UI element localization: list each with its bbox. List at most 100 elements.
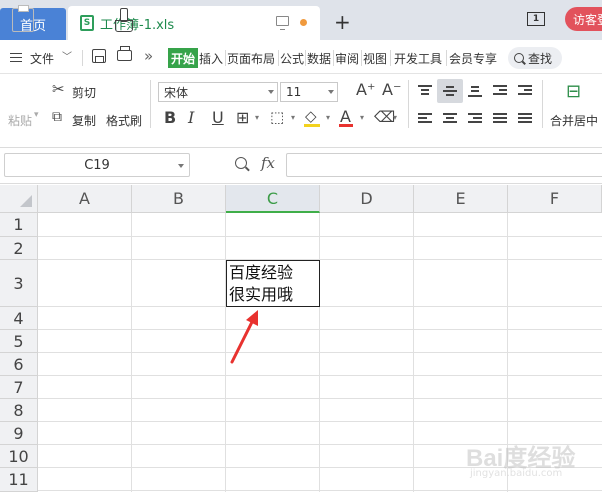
file-menu[interactable]: 文件 bbox=[30, 50, 54, 67]
tab-page-layout[interactable]: 页面布局 bbox=[227, 50, 275, 67]
zoom-icon[interactable] bbox=[235, 157, 247, 169]
fx-icon[interactable]: fx bbox=[261, 154, 275, 172]
column-header-e[interactable]: E bbox=[414, 185, 508, 213]
search-button[interactable]: 查找 bbox=[508, 47, 562, 69]
font-color-swatch bbox=[339, 124, 353, 127]
divider bbox=[333, 50, 334, 66]
gridline bbox=[38, 398, 602, 399]
row-header[interactable]: 3 bbox=[0, 260, 38, 307]
merge-center-button[interactable]: 合并居中 bbox=[550, 112, 598, 129]
row-header[interactable]: 4 bbox=[0, 307, 38, 330]
row-header[interactable]: 5 bbox=[0, 330, 38, 353]
row-header[interactable]: 1 bbox=[0, 213, 38, 237]
new-tab-button[interactable]: + bbox=[334, 10, 351, 34]
annotation-arrow-icon bbox=[230, 310, 258, 364]
cell-style-icon[interactable]: ⬚ bbox=[270, 110, 284, 125]
align-center-icon[interactable] bbox=[443, 113, 457, 124]
grow-font-button[interactable]: A⁺ bbox=[356, 82, 375, 98]
font-color-button[interactable]: A bbox=[340, 109, 351, 125]
paste-button[interactable]: 粘贴 bbox=[8, 112, 32, 129]
menu-row: 文件 ﹀ » 开始 插入 页面布局 公式 数据 审阅 视图 开发工具 会员专享 … bbox=[0, 40, 602, 74]
baidu-jingyan-watermark: Bai度经验 jingyan.baidu.com bbox=[466, 434, 596, 488]
name-box[interactable]: C19 bbox=[4, 153, 190, 177]
tab-start[interactable]: 开始 bbox=[168, 48, 199, 68]
merge-cells-icon[interactable]: ⊟ bbox=[566, 83, 581, 101]
tab-formula[interactable]: 公式 bbox=[280, 50, 304, 67]
font-name-select[interactable]: 宋体 bbox=[158, 82, 278, 102]
chevron-down-icon[interactable]: ▾ bbox=[393, 114, 397, 122]
divider bbox=[361, 50, 362, 66]
scissors-icon[interactable]: ✂ bbox=[52, 82, 65, 97]
row-header[interactable]: 7 bbox=[0, 376, 38, 399]
font-size-select[interactable]: 11 bbox=[280, 82, 338, 102]
tab-developer[interactable]: 开发工具 bbox=[394, 50, 442, 67]
align-bottom-icon[interactable] bbox=[468, 85, 482, 97]
divider bbox=[82, 50, 83, 66]
cell-c3-line-1: 百度经验 bbox=[229, 263, 294, 282]
border-icon[interactable]: ⊞ bbox=[236, 110, 249, 126]
column-header-d[interactable]: D bbox=[320, 185, 414, 213]
tab-data[interactable]: 数据 bbox=[307, 50, 331, 67]
format-painter-button[interactable]: 格式刷 bbox=[106, 112, 142, 129]
visitor-login-button[interactable]: 访客登 bbox=[565, 7, 602, 31]
paste-dropdown-icon[interactable]: ▾ bbox=[34, 110, 39, 120]
copy-icon[interactable]: ⧉ bbox=[52, 110, 62, 124]
italic-button[interactable]: I bbox=[188, 110, 194, 126]
cell-c3-line-2: 很实用哦 bbox=[229, 285, 294, 304]
paste-icon[interactable] bbox=[12, 5, 34, 32]
font-size-value: 11 bbox=[286, 85, 302, 99]
hamburger-icon[interactable] bbox=[10, 53, 22, 62]
cell-c3[interactable]: 百度经验 很实用哦 bbox=[226, 260, 320, 307]
cut-button[interactable]: 剪切 bbox=[72, 84, 96, 101]
save-icon[interactable] bbox=[92, 49, 106, 63]
row-header[interactable]: 10 bbox=[0, 445, 38, 468]
shrink-font-button[interactable]: A⁻ bbox=[382, 82, 401, 98]
format-painter-icon[interactable] bbox=[114, 8, 133, 32]
distributed-align-icon[interactable] bbox=[518, 113, 532, 124]
row-header[interactable]: 8 bbox=[0, 399, 38, 422]
chevron-down-icon[interactable] bbox=[178, 164, 184, 168]
chevron-down-icon[interactable]: ▾ bbox=[255, 114, 259, 122]
chevron-down-icon[interactable]: ▾ bbox=[326, 114, 330, 122]
column-header-a[interactable]: A bbox=[38, 185, 132, 213]
divider bbox=[278, 50, 279, 66]
tab-review[interactable]: 审阅 bbox=[335, 50, 359, 67]
divider bbox=[305, 50, 306, 66]
column-header-f[interactable]: F bbox=[508, 185, 602, 213]
page-indicator[interactable]: 1 bbox=[527, 12, 545, 26]
monitor-icon[interactable] bbox=[276, 16, 289, 30]
chevron-down-icon[interactable]: ▾ bbox=[360, 114, 364, 122]
tab-insert[interactable]: 插入 bbox=[199, 50, 223, 67]
divider bbox=[542, 80, 543, 128]
chevron-down-icon[interactable]: ﹀ bbox=[62, 48, 72, 63]
tab-member[interactable]: 会员专享 bbox=[449, 50, 497, 67]
fill-color-icon[interactable]: ◇ bbox=[305, 109, 317, 124]
row-header[interactable]: 11 bbox=[0, 468, 38, 492]
more-icon[interactable]: » bbox=[144, 47, 153, 65]
gridline bbox=[38, 236, 602, 237]
chevron-down-icon[interactable]: ▾ bbox=[291, 114, 295, 122]
column-header-b[interactable]: B bbox=[132, 185, 226, 213]
column-header-c[interactable]: C bbox=[226, 185, 320, 213]
align-left-icon[interactable] bbox=[418, 113, 432, 124]
decrease-indent-icon[interactable] bbox=[493, 85, 507, 96]
gridline bbox=[38, 352, 602, 353]
align-right-icon[interactable] bbox=[468, 113, 482, 124]
tab-view[interactable]: 视图 bbox=[363, 50, 387, 67]
bold-button[interactable]: B bbox=[164, 110, 176, 126]
align-middle-icon[interactable] bbox=[443, 85, 457, 96]
underline-button[interactable]: U bbox=[212, 110, 224, 126]
copy-button[interactable]: 复制 bbox=[72, 112, 96, 129]
align-top-icon[interactable] bbox=[418, 85, 432, 96]
row-header[interactable]: 6 bbox=[0, 353, 38, 376]
gridline bbox=[38, 306, 602, 307]
select-all-corner[interactable] bbox=[0, 185, 38, 213]
row-header[interactable]: 9 bbox=[0, 422, 38, 445]
tab-document[interactable]: S 工作簿-1.xls bbox=[68, 6, 320, 40]
formula-input[interactable] bbox=[286, 153, 602, 177]
chevron-down-icon bbox=[328, 90, 334, 94]
justify-icon[interactable] bbox=[493, 113, 507, 124]
row-header[interactable]: 2 bbox=[0, 237, 38, 260]
print-icon[interactable] bbox=[117, 46, 132, 61]
increase-indent-icon[interactable] bbox=[518, 85, 532, 96]
